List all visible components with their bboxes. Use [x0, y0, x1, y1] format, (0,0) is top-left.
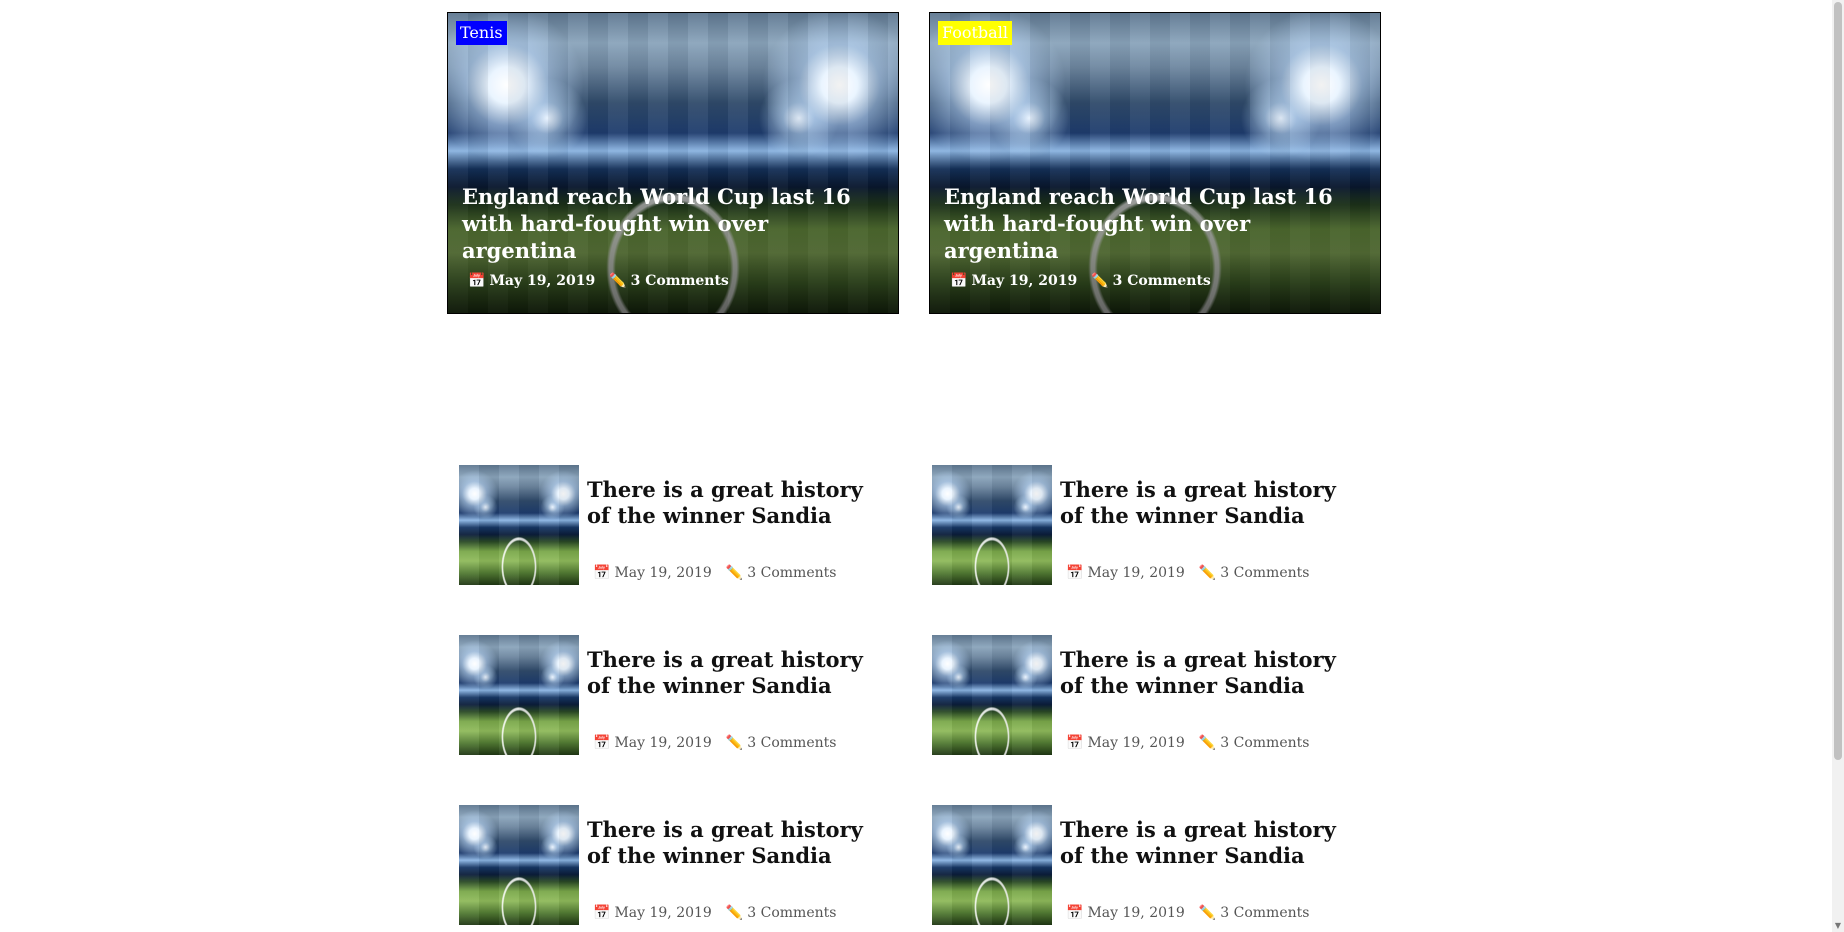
post-thumbnail[interactable] — [459, 805, 579, 925]
post-meta: 📅 May 19, 2019 ✏️ 3 Comments — [593, 735, 836, 751]
calendar-icon: 📅 — [593, 735, 611, 751]
pencil-icon: ✏️ — [1091, 273, 1109, 289]
comments-link[interactable]: 3 Comments — [1220, 565, 1309, 581]
post-date: May 19, 2019 — [1087, 905, 1185, 921]
calendar-icon: 📅 — [468, 273, 486, 289]
post-date: May 19, 2019 — [614, 735, 712, 751]
post-meta: 📅 May 19, 2019 ✏️ 3 Comments — [593, 565, 836, 581]
pencil-icon: ✏️ — [1198, 565, 1217, 581]
scroll-down-arrow-icon[interactable]: ▼ — [1834, 922, 1842, 930]
post-date: May 19, 2019 — [1087, 735, 1185, 751]
post-date: May 19, 2019 — [614, 905, 712, 921]
featured-title[interactable]: England reach World Cup last 16 with har… — [462, 183, 886, 264]
list-item[interactable]: There is a great history of the winner S… — [459, 635, 889, 757]
post-thumbnail[interactable] — [932, 805, 1052, 925]
calendar-icon: 📅 — [1066, 565, 1084, 581]
list-item[interactable]: There is a great history of the winner S… — [932, 805, 1362, 927]
post-title[interactable]: There is a great history of the winner S… — [1060, 647, 1360, 699]
featured-card-football[interactable]: Football England reach World Cup last 16… — [929, 12, 1381, 314]
calendar-icon: 📅 — [593, 905, 611, 921]
list-item[interactable]: There is a great history of the winner S… — [932, 635, 1362, 757]
list-item[interactable]: There is a great history of the winner S… — [459, 805, 889, 927]
featured-meta: 📅 May 19, 2019 ✏️ 3 Comments — [950, 273, 1211, 289]
comments-link[interactable]: 3 Comments — [1113, 273, 1211, 289]
category-badge[interactable]: Tenis — [456, 21, 507, 45]
comments-link[interactable]: 3 Comments — [1220, 905, 1309, 921]
calendar-icon: 📅 — [1066, 905, 1084, 921]
post-title[interactable]: There is a great history of the winner S… — [1060, 817, 1360, 869]
post-meta: 📅 May 19, 2019 ✏️ 3 Comments — [1066, 565, 1309, 581]
pencil-icon: ✏️ — [1198, 735, 1217, 751]
post-date: May 19, 2019 — [971, 273, 1078, 289]
post-thumbnail[interactable] — [932, 635, 1052, 755]
post-meta: 📅 May 19, 2019 ✏️ 3 Comments — [1066, 905, 1309, 921]
post-date: May 19, 2019 — [489, 273, 596, 289]
comments-link[interactable]: 3 Comments — [747, 735, 836, 751]
calendar-icon: 📅 — [950, 273, 968, 289]
calendar-icon: 📅 — [1066, 735, 1084, 751]
page: Tenis England reach World Cup last 16 wi… — [0, 0, 1844, 932]
featured-title[interactable]: England reach World Cup last 16 with har… — [944, 183, 1368, 264]
pencil-icon: ✏️ — [725, 565, 744, 581]
comments-link[interactable]: 3 Comments — [747, 905, 836, 921]
post-meta: 📅 May 19, 2019 ✏️ 3 Comments — [1066, 735, 1309, 751]
featured-card-tenis[interactable]: Tenis England reach World Cup last 16 wi… — [447, 12, 899, 314]
comments-link[interactable]: 3 Comments — [747, 565, 836, 581]
scrollbar-thumb[interactable] — [1834, 2, 1842, 760]
list-item[interactable]: There is a great history of the winner S… — [932, 465, 1362, 587]
featured-meta: 📅 May 19, 2019 ✏️ 3 Comments — [468, 273, 729, 289]
pencil-icon: ✏️ — [1198, 905, 1217, 921]
list-item[interactable]: There is a great history of the winner S… — [459, 465, 889, 587]
comments-link[interactable]: 3 Comments — [631, 273, 729, 289]
post-thumbnail[interactable] — [459, 465, 579, 585]
vertical-scrollbar[interactable]: ▼ — [1832, 0, 1844, 932]
post-title[interactable]: There is a great history of the winner S… — [587, 817, 887, 869]
pencil-icon: ✏️ — [609, 273, 627, 289]
post-title[interactable]: There is a great history of the winner S… — [587, 647, 887, 699]
pencil-icon: ✏️ — [725, 905, 744, 921]
post-thumbnail[interactable] — [459, 635, 579, 755]
post-date: May 19, 2019 — [1087, 565, 1185, 581]
post-thumbnail[interactable] — [932, 465, 1052, 585]
post-date: May 19, 2019 — [614, 565, 712, 581]
calendar-icon: 📅 — [593, 565, 611, 581]
category-badge[interactable]: Football — [938, 21, 1012, 45]
post-title[interactable]: There is a great history of the winner S… — [587, 477, 887, 529]
post-meta: 📅 May 19, 2019 ✏️ 3 Comments — [593, 905, 836, 921]
comments-link[interactable]: 3 Comments — [1220, 735, 1309, 751]
post-title[interactable]: There is a great history of the winner S… — [1060, 477, 1360, 529]
pencil-icon: ✏️ — [725, 735, 744, 751]
